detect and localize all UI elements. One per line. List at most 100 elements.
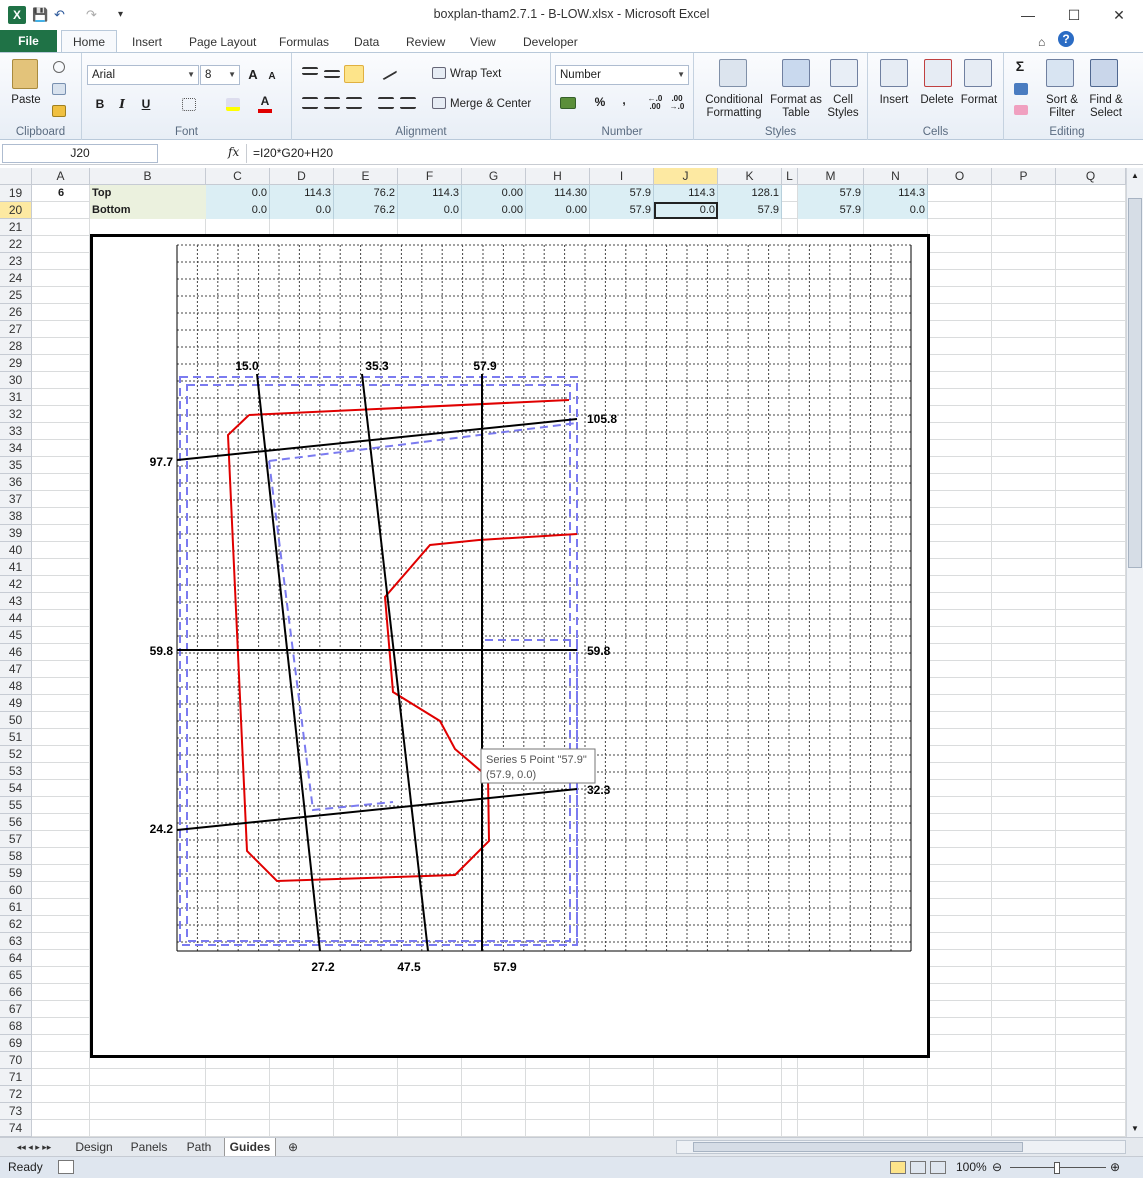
zoom-level[interactable]: 100% — [956, 1157, 987, 1177]
column-header-o[interactable]: O — [928, 168, 992, 185]
row-header-58[interactable]: 58 — [0, 848, 32, 865]
row-header-38[interactable]: 38 — [0, 508, 32, 525]
merge-center-icon[interactable] — [432, 97, 446, 109]
column-header-f[interactable]: F — [398, 168, 462, 185]
row-header-59[interactable]: 59 — [0, 865, 32, 882]
row-header-35[interactable]: 35 — [0, 457, 32, 474]
row-header-57[interactable]: 57 — [0, 831, 32, 848]
align-center-icon[interactable] — [324, 97, 340, 109]
row-header-25[interactable]: 25 — [0, 287, 32, 304]
row-header-61[interactable]: 61 — [0, 899, 32, 916]
row-header-36[interactable]: 36 — [0, 474, 32, 491]
column-header-a[interactable]: A — [32, 168, 90, 185]
row-header-31[interactable]: 31 — [0, 389, 32, 406]
row-header-22[interactable]: 22 — [0, 236, 32, 253]
row-header-29[interactable]: 29 — [0, 355, 32, 372]
column-header-k[interactable]: K — [718, 168, 782, 185]
borders-icon[interactable] — [182, 98, 196, 111]
tab-developer[interactable]: Developer — [523, 33, 578, 52]
formula-input[interactable]: =I20*G20+H20 — [246, 144, 1126, 163]
comma-style-button[interactable]: , — [617, 91, 631, 109]
zoom-slider-thumb[interactable] — [1054, 1162, 1060, 1174]
top-align-icon[interactable] — [302, 67, 318, 75]
column-header-c[interactable]: C — [206, 168, 270, 185]
cell-N20[interactable]: 0.0 — [864, 202, 928, 219]
cell-K20[interactable]: 57.9 — [718, 202, 782, 219]
column-header-h[interactable]: H — [526, 168, 590, 185]
row-header-54[interactable]: 54 — [0, 780, 32, 797]
minimize-button[interactable]: — — [1011, 4, 1045, 26]
orientation-icon[interactable] — [378, 63, 398, 81]
row-header-52[interactable]: 52 — [0, 746, 32, 763]
column-header-q[interactable]: Q — [1056, 168, 1126, 185]
row-header-48[interactable]: 48 — [0, 678, 32, 695]
row-header-74[interactable]: 74 — [0, 1120, 32, 1137]
cell-E20[interactable]: 76.2 — [334, 202, 398, 219]
font-size-combo[interactable]: 8 ▼ — [200, 65, 240, 85]
row-header-21[interactable]: 21 — [0, 219, 32, 236]
row-header-65[interactable]: 65 — [0, 967, 32, 984]
insert-cells-icon[interactable] — [880, 59, 908, 87]
scroll-down-icon[interactable]: ▼ — [1127, 1121, 1143, 1137]
close-button[interactable]: ✕ — [1102, 4, 1136, 26]
sheet-tab-design[interactable]: Design — [68, 1138, 120, 1157]
row-header-32[interactable]: 32 — [0, 406, 32, 423]
cell-J19[interactable]: 114.3 — [654, 185, 718, 202]
insert-function-icon[interactable]: fx — [228, 145, 239, 159]
column-header-p[interactable]: P — [992, 168, 1056, 185]
cell-H19[interactable]: 114.30 — [526, 185, 590, 202]
row-header-19[interactable]: 19 — [0, 185, 32, 202]
row-header-49[interactable]: 49 — [0, 695, 32, 712]
page-break-view-icon[interactable] — [930, 1161, 946, 1174]
decrease-indent-icon[interactable] — [378, 97, 394, 109]
tab-insert[interactable]: Insert — [132, 33, 162, 52]
bold-button[interactable]: B — [92, 95, 108, 113]
row-header-27[interactable]: 27 — [0, 321, 32, 338]
accounting-format-icon[interactable] — [560, 97, 576, 109]
cell-styles-icon[interactable] — [830, 59, 858, 87]
delete-cells-button[interactable]: Delete — [916, 94, 958, 107]
middle-align-icon[interactable] — [324, 70, 340, 78]
row-header-50[interactable]: 50 — [0, 712, 32, 729]
sort-filter-button[interactable]: Sort & Filter — [1040, 94, 1084, 120]
row-header-34[interactable]: 34 — [0, 440, 32, 457]
column-header-j[interactable]: J — [654, 168, 718, 185]
tab-file[interactable]: File — [0, 30, 57, 52]
conditional-formatting-icon[interactable] — [719, 59, 747, 87]
insert-cells-button[interactable]: Insert — [874, 94, 914, 107]
find-select-button[interactable]: Find & Select — [1084, 94, 1128, 120]
row-header-37[interactable]: 37 — [0, 491, 32, 508]
fill-color-icon[interactable] — [226, 98, 240, 111]
tab-review[interactable]: Review — [406, 33, 445, 52]
column-header-i[interactable]: I — [590, 168, 654, 185]
name-box[interactable]: J20 — [2, 144, 158, 163]
format-as-table-button[interactable]: Format as Table — [770, 94, 822, 120]
row-header-40[interactable]: 40 — [0, 542, 32, 559]
select-all-corner[interactable] — [0, 168, 32, 185]
sheet-tab-panels[interactable]: Panels — [124, 1138, 174, 1157]
increase-indent-icon[interactable] — [400, 97, 416, 109]
row-header-28[interactable]: 28 — [0, 338, 32, 355]
row-header-47[interactable]: 47 — [0, 661, 32, 678]
underline-button[interactable]: U — [138, 95, 154, 113]
scroll-up-icon[interactable]: ▲ — [1127, 168, 1143, 184]
horizontal-scrollbar[interactable] — [676, 1140, 1126, 1154]
row-header-70[interactable]: 70 — [0, 1052, 32, 1069]
cell-D20[interactable]: 0.0 — [270, 202, 334, 219]
format-as-table-icon[interactable] — [782, 59, 810, 87]
cell-H20[interactable]: 0.00 — [526, 202, 590, 219]
sort-filter-icon[interactable] — [1046, 59, 1074, 87]
guides-chart[interactable]: 15.0 35.3 57.9 27.2 47.5 57.9 97.7 59.8 24.2 105.… — [90, 234, 930, 1058]
percent-style-button[interactable]: % — [593, 93, 607, 111]
row-header-62[interactable]: 62 — [0, 916, 32, 933]
row-header-20[interactable]: 20 — [0, 202, 32, 219]
cell-E19[interactable]: 76.2 — [334, 185, 398, 202]
row-header-39[interactable]: 39 — [0, 525, 32, 542]
column-header-d[interactable]: D — [270, 168, 334, 185]
row-header-51[interactable]: 51 — [0, 729, 32, 746]
format-cells-button[interactable]: Format — [958, 94, 1000, 107]
maximize-button[interactable]: ☐ — [1057, 4, 1091, 26]
delete-cells-icon[interactable] — [924, 59, 952, 87]
cell-F20[interactable]: 0.0 — [398, 202, 462, 219]
cell-B19[interactable]: Top — [90, 185, 206, 202]
